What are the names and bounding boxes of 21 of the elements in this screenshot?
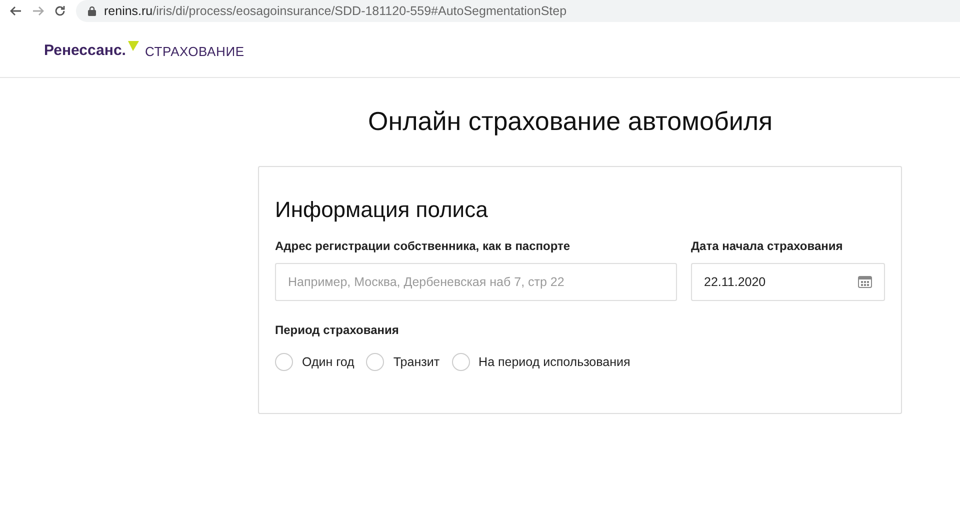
card-title: Информация полиса (275, 197, 489, 223)
address-bar[interactable]: renins.ru/iris/di/process/eosagoinsurance/SDD-181120-559#AutoSegmentationStep (76, 0, 960, 22)
field-label: Дата начала страхования (691, 239, 844, 253)
forward-icon[interactable] (32, 6, 44, 16)
back-icon[interactable] (10, 6, 22, 16)
date-field[interactable]: 22.11.2020 (691, 263, 885, 301)
page-title: Онлайн страхование автомобиля (368, 106, 774, 137)
radio-button[interactable] (275, 353, 293, 371)
radio-label[interactable]: На период использования (478, 355, 630, 369)
radio-button[interactable] (366, 353, 384, 371)
field-label: Период страхования (275, 323, 400, 337)
radio-label[interactable]: Транзит (393, 355, 440, 369)
radio-label[interactable]: Один год (302, 355, 354, 369)
reload-icon[interactable] (54, 5, 66, 17)
address-field[interactable]: Например, Москва, Дербеневская наб 7, стр 22 (275, 263, 677, 301)
calendar-icon[interactable] (858, 276, 872, 288)
lock-icon (88, 6, 96, 16)
field-label: Адрес регистрации собственника, как в паспорте (275, 239, 572, 253)
radio-button[interactable] (452, 353, 470, 371)
logo[interactable]: Ренессанс. СТРАХОВАНИЕ (44, 40, 244, 58)
url-text: renins.ru/iris/di/process/eosagoinsurance/SDD-181120-559#AutoSegmentationStep (104, 4, 567, 18)
